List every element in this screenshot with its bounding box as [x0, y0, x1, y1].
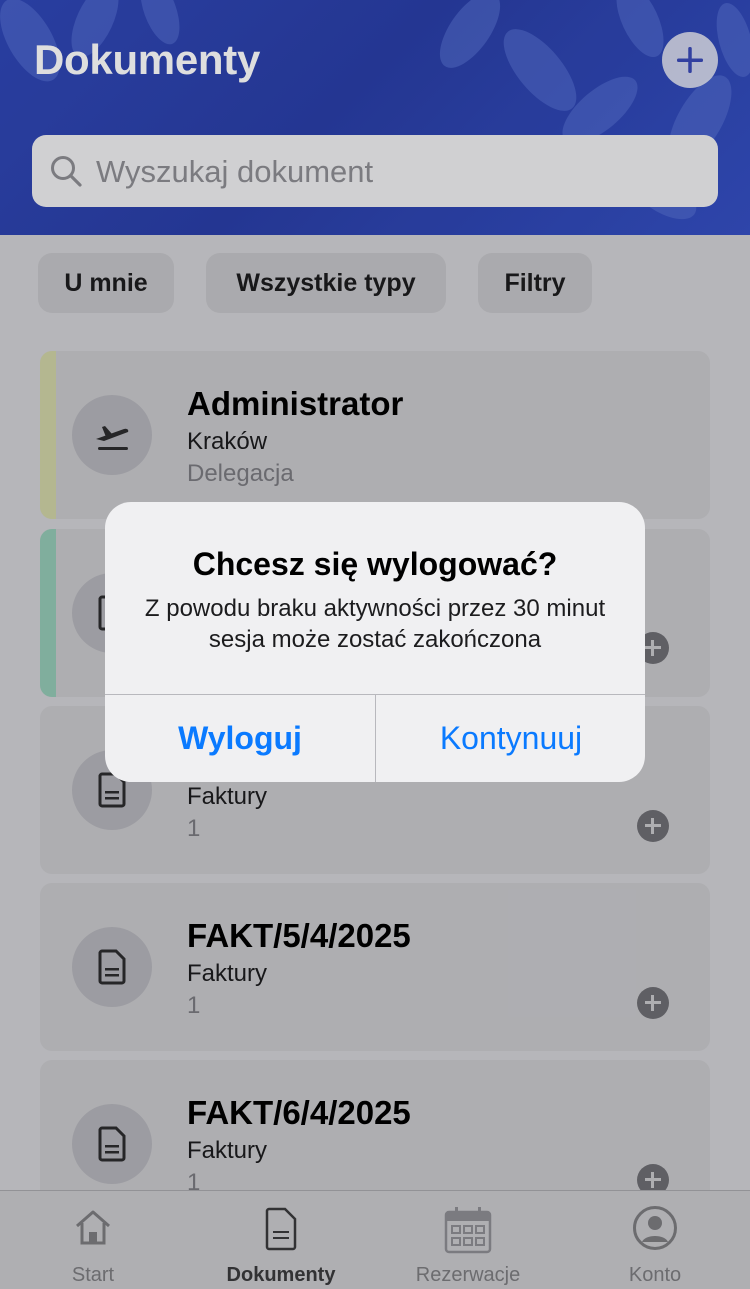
continue-button[interactable]: Kontynuuj	[376, 695, 645, 782]
logout-alert: Chcesz się wylogować? Z powodu braku akt…	[105, 502, 645, 782]
logout-button[interactable]: Wyloguj	[105, 695, 375, 782]
alert-message: Z powodu braku aktywności przez 30 minut…	[144, 595, 606, 653]
alert-title: Chcesz się wylogować?	[192, 546, 558, 582]
